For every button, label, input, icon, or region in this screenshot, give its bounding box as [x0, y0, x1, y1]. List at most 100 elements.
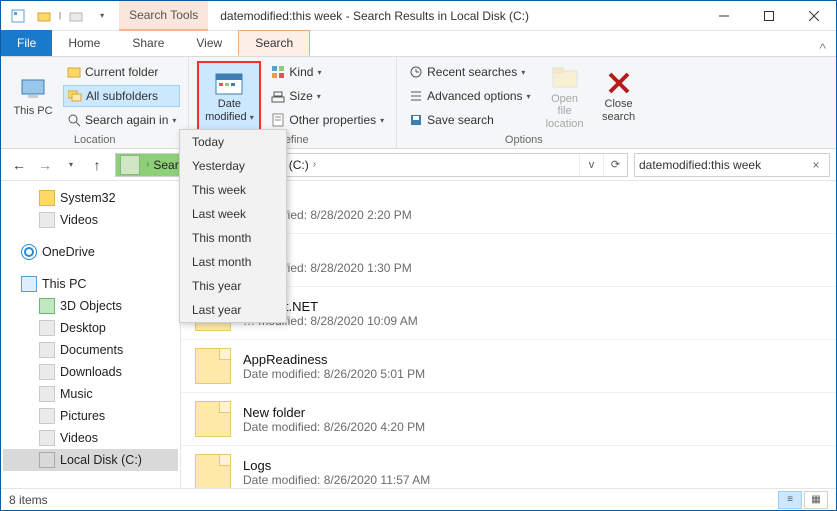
save-icon [409, 113, 423, 127]
window-title: datemodified:this week - Search Results … [208, 9, 701, 23]
search-location-icon [120, 155, 140, 175]
tree-downloads[interactable]: Downloads [3, 361, 178, 383]
item-name: Logs [243, 458, 430, 473]
tree-documents[interactable]: Documents [3, 339, 178, 361]
date-modified-button[interactable]: Date modified ▾ [197, 61, 261, 132]
group-location-label: Location [9, 134, 180, 146]
item-count: 8 items [9, 493, 48, 507]
folder-icon [195, 454, 231, 488]
tab-view[interactable]: View [180, 30, 238, 56]
item-name: New folder [243, 405, 425, 420]
tree-system32[interactable]: System32 [3, 187, 178, 209]
properties-icon [271, 113, 285, 127]
status-bar: 8 items ≡ ▦ [1, 488, 836, 510]
maximize-button[interactable] [746, 1, 791, 31]
chevron-down-icon: ▾ [250, 113, 254, 122]
menu-item-last-year[interactable]: Last year [180, 298, 286, 322]
date-modified-menu: Today Yesterday This week Last week This… [179, 129, 287, 323]
qat-newfolder-icon[interactable] [33, 5, 55, 27]
calendar-icon [214, 70, 244, 98]
tab-search[interactable]: Search [238, 30, 310, 56]
qat-customize-dropdown[interactable]: ▾ [91, 5, 113, 27]
pc-icon [19, 75, 47, 103]
tab-file[interactable]: File [1, 30, 52, 56]
search-input[interactable]: datemodified:this week × [634, 153, 830, 177]
menu-item-this-year[interactable]: This year [180, 274, 286, 298]
this-pc-button[interactable]: This PC [9, 61, 57, 132]
navigation-pane[interactable]: System32 Videos OneDrive This PC 3D Obje… [1, 181, 181, 488]
main-area: System32 Videos OneDrive This PC 3D Obje… [1, 181, 836, 488]
refresh-button[interactable]: ⟳ [603, 154, 627, 176]
chevron-down-icon: ▾ [521, 68, 525, 77]
tree-local-disk-c[interactable]: Local Disk (C:) [3, 449, 178, 471]
forward-button[interactable]: → [33, 153, 57, 177]
menu-item-yesterday[interactable]: Yesterday [180, 154, 286, 178]
address-dropdown[interactable]: v [579, 154, 603, 176]
date-modified-label: Date modified [205, 98, 247, 122]
group-options: Recent searches ▾ Advanced options ▾ Sav… [397, 57, 650, 148]
close-button[interactable] [791, 1, 836, 31]
tab-share[interactable]: Share [116, 30, 180, 56]
group-options-label: Options [405, 134, 642, 146]
recent-searches-label: Recent searches [427, 65, 517, 79]
menu-item-last-month[interactable]: Last month [180, 250, 286, 274]
kind-icon [271, 65, 285, 79]
up-button[interactable]: ↑ [85, 153, 109, 177]
list-item[interactable]: LogsDate modified: 8/26/2020 11:57 AM [181, 446, 836, 488]
advanced-options-label: Advanced options [427, 89, 522, 103]
close-icon [809, 11, 819, 21]
tree-this-pc[interactable]: This PC [3, 273, 178, 295]
chevron-right-icon: › [146, 159, 149, 170]
this-pc-label: This PC [13, 105, 52, 117]
menu-item-this-week[interactable]: This week [180, 178, 286, 202]
music-icon [39, 386, 55, 402]
folder-icon [195, 401, 231, 437]
qat-undo-icon[interactable] [65, 5, 87, 27]
ribbon-collapse-button[interactable]: ^ [809, 40, 836, 56]
details-view-button[interactable]: ≡ [778, 491, 802, 509]
tree-music[interactable]: Music [3, 383, 178, 405]
size-button[interactable]: Size ▾ [267, 85, 388, 107]
minimize-button[interactable] [701, 1, 746, 31]
recent-searches-button[interactable]: Recent searches ▾ [405, 61, 534, 83]
folder-icon [195, 348, 231, 384]
contextual-tab-header: Search Tools [119, 1, 208, 31]
qat-sep: | [59, 11, 61, 20]
tab-home[interactable]: Home [52, 30, 116, 56]
tree-onedrive[interactable]: OneDrive [3, 241, 178, 263]
save-search-button[interactable]: Save search [405, 109, 534, 131]
list-item[interactable]: New folderDate modified: 8/26/2020 4:20 … [181, 393, 836, 446]
chevron-down-icon: ▾ [317, 92, 321, 101]
search-icon [67, 113, 81, 127]
back-button[interactable]: ← [7, 153, 31, 177]
videos-icon [39, 430, 55, 446]
history-dropdown[interactable]: ▾ [59, 153, 83, 177]
menu-item-last-week[interactable]: Last week [180, 202, 286, 226]
current-folder-button[interactable]: Current folder [63, 61, 180, 83]
tree-desktop[interactable]: Desktop [3, 317, 178, 339]
ribbon-tabs: File Home Share View Search ^ [1, 31, 836, 57]
all-subfolders-button[interactable]: All subfolders [63, 85, 180, 107]
qat-properties-icon[interactable] [7, 5, 29, 27]
menu-item-today[interactable]: Today [180, 130, 286, 154]
list-item[interactable]: AppReadinessDate modified: 8/26/2020 5:0… [181, 340, 836, 393]
advanced-options-button[interactable]: Advanced options ▾ [405, 85, 534, 107]
x-icon [606, 70, 632, 96]
other-properties-button[interactable]: Other properties ▾ [267, 109, 388, 131]
menu-item-this-month[interactable]: This month [180, 226, 286, 250]
search-again-in-button[interactable]: Search again in ▾ [63, 109, 180, 131]
pc-icon [21, 276, 37, 292]
nav-arrows: ← → ▾ ↑ [7, 153, 109, 177]
clear-search-button[interactable]: × [807, 158, 825, 172]
large-icons-view-button[interactable]: ▦ [804, 491, 828, 509]
titlebar: | ▾ Search Tools datemodified:this week … [1, 1, 836, 31]
kind-button[interactable]: Kind ▾ [267, 61, 388, 83]
item-meta: Date modified: 8/26/2020 4:20 PM [243, 420, 425, 434]
tree-videos[interactable]: Videos [3, 209, 178, 231]
tree-pictures[interactable]: Pictures [3, 405, 178, 427]
tree-3d-objects[interactable]: 3D Objects [3, 295, 178, 317]
tree-videos2[interactable]: Videos [3, 427, 178, 449]
close-search-button[interactable]: Close search [595, 61, 643, 132]
group-location: This PC Current folder All subfolders Se… [1, 57, 189, 148]
chevron-right-icon: › [313, 159, 316, 170]
